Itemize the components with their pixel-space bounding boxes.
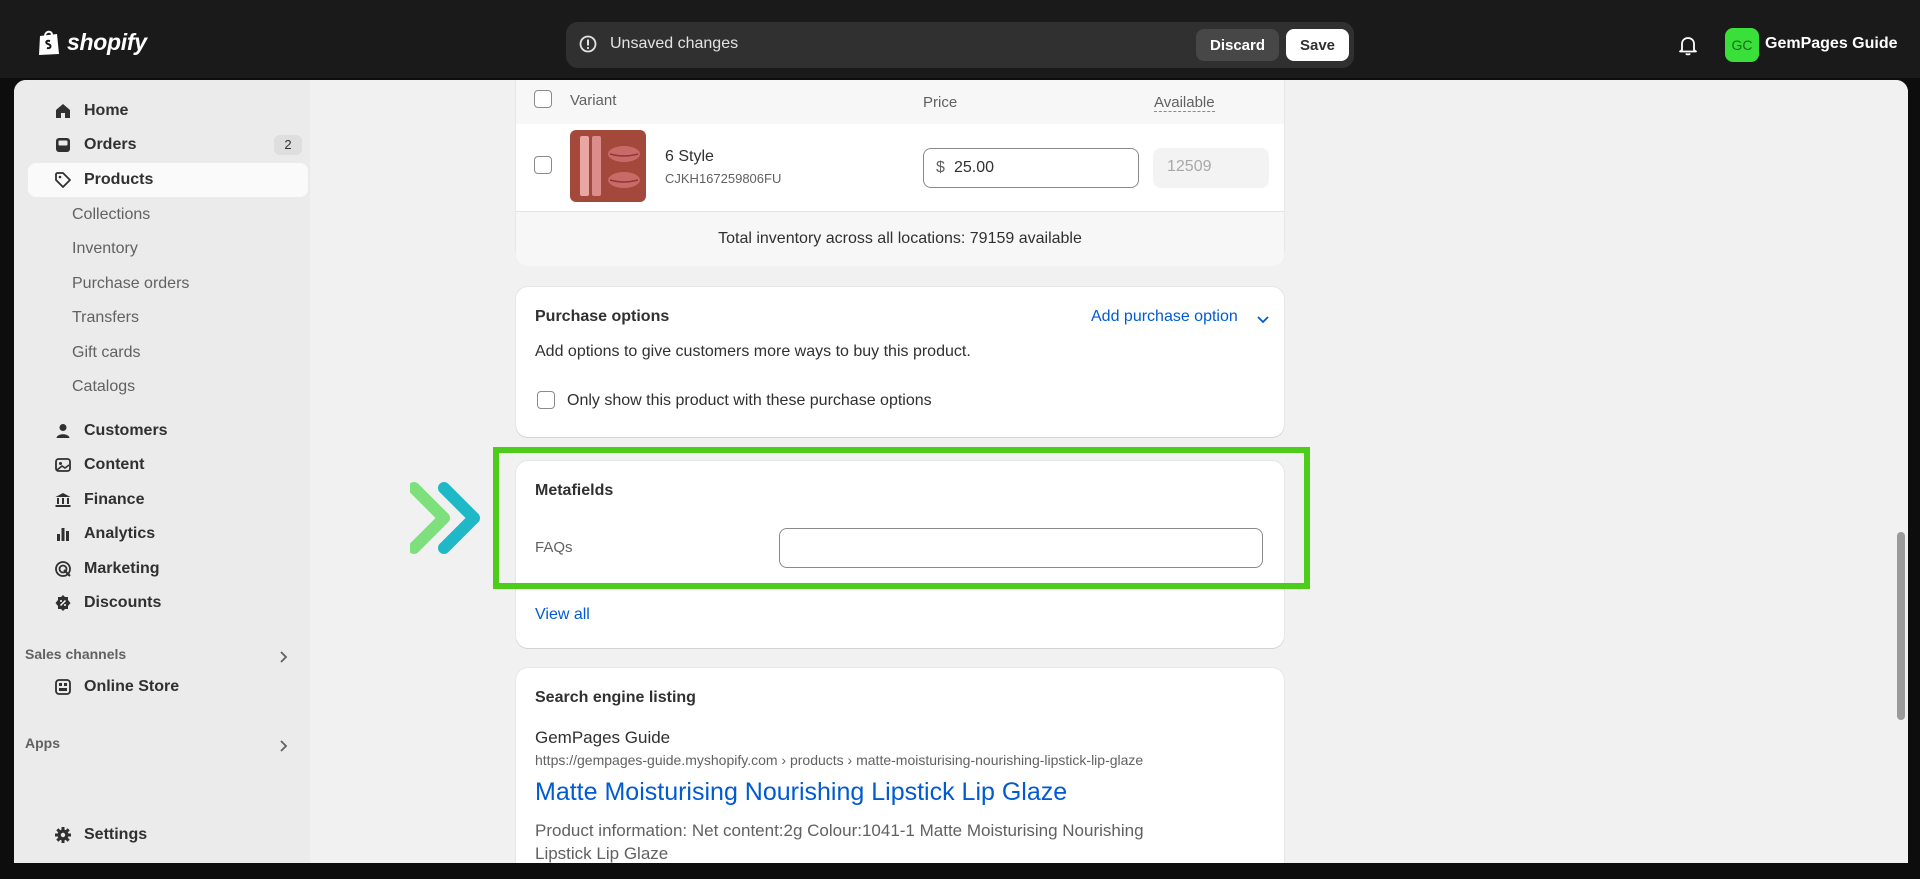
seo-page-title: Matte Moisturising Nourishing Lipstick L… [535,778,1068,806]
sidebar-item-label: Discounts [84,594,162,611]
orders-icon [56,138,70,152]
variant-available-field: 12509 [1153,148,1269,188]
column-header-price: Price [923,94,958,111]
store-icon [55,679,71,695]
seo-title: Search engine listing [535,689,696,706]
seo-site-name: GemPages Guide [535,728,671,747]
tag-icon [55,172,71,188]
sidebar-subitem-catalogs[interactable]: Catalogs [72,378,135,396]
top-bar: shopify Unsaved changes Discard Save GC … [0,0,1920,78]
shopify-bag-icon [39,30,59,55]
sidebar: Home Orders 2 Products Collections Inven… [14,80,310,863]
sidebar-item-marketing[interactable]: Marketing [28,552,308,586]
lipstick-product-image [570,130,646,202]
variant-row-checkbox[interactable] [534,156,552,174]
sidebar-subitem-gift-cards[interactable]: Gift cards [72,344,140,362]
save-button[interactable]: Save [1286,29,1349,61]
variants-table: Variant Price Available 6 Style CJKH1672… [516,80,1284,280]
person-icon [56,424,70,438]
notification-bell-icon[interactable] [1677,34,1699,56]
sidebar-item-analytics[interactable]: Analytics [28,517,308,551]
sidebar-item-online-store[interactable]: Online Store [28,670,308,704]
apps-label[interactable]: Apps [25,735,60,751]
search-engine-listing-card: Search engine listing GemPages Guide htt… [516,668,1284,863]
variant-name[interactable]: 6 Style [665,148,714,166]
sidebar-item-label: Products [84,171,154,188]
add-purchase-option-link[interactable]: Add purchase option [1091,308,1238,326]
sidebar-item-discounts[interactable]: Discounts [28,586,308,620]
alert-circle-icon [579,35,597,53]
available-value: 12509 [1167,158,1212,175]
scrollbar-thumb[interactable] [1897,532,1905,720]
unsaved-message: Unsaved changes [610,35,739,52]
scrollbar[interactable] [1894,80,1908,863]
variant-thumbnail[interactable] [570,130,646,202]
sidebar-item-content[interactable]: Content [28,448,308,482]
column-header-available[interactable]: Available [1154,94,1215,112]
price-value: 25.00 [954,159,995,176]
brand-text: shopify [67,28,147,55]
sidebar-item-finance[interactable]: Finance [28,483,308,517]
sidebar-item-products[interactable]: Products [28,163,308,197]
sidebar-item-label: Home [84,102,129,119]
purchase-options-card: Purchase options Add purchase option Add… [516,287,1284,437]
chevron-right-icon[interactable] [276,739,290,753]
shopify-logo[interactable]: shopify [37,28,147,56]
bank-icon [55,493,71,507]
sidebar-item-settings[interactable]: Settings [28,818,308,852]
sidebar-subitem-inventory[interactable]: Inventory [72,240,138,258]
target-icon [55,561,71,577]
currency-symbol: $ [936,159,945,176]
view-all-metafields-link[interactable]: View all [535,606,590,624]
select-all-checkbox[interactable] [534,90,552,108]
seo-description-line1: Product information: Net content:2g Colo… [535,821,1144,840]
sidebar-item-label: Content [84,456,145,473]
sidebar-subitem-transfers[interactable]: Transfers [72,309,139,327]
chevron-down-icon[interactable] [1256,312,1270,326]
sidebar-item-label: Settings [84,826,148,843]
sidebar-subitem-collections[interactable]: Collections [72,206,150,224]
purchase-options-only-checkbox[interactable] [537,391,555,409]
shop-name[interactable]: GemPages Guide [1765,35,1898,53]
sidebar-item-label: Orders [84,136,137,153]
purchase-options-checkbox-label[interactable]: Only show this product with these purcha… [567,392,932,410]
discount-icon [55,595,71,611]
sidebar-item-label: Marketing [84,560,160,577]
sidebar-item-label: Online Store [84,678,180,695]
sidebar-item-orders[interactable]: Orders 2 [28,128,308,162]
bar-chart-icon [57,528,69,541]
gear-icon [55,827,71,843]
discard-button[interactable]: Discard [1196,29,1279,61]
sidebar-subitem-purchase-orders[interactable]: Purchase orders [72,275,189,293]
sidebar-item-label: Analytics [84,525,156,542]
purchase-options-title: Purchase options [535,308,670,325]
orders-count-badge: 2 [274,135,302,155]
purchase-options-description: Add options to give customers more ways … [535,343,971,360]
avatar[interactable]: GC [1725,28,1759,62]
sidebar-item-label: Finance [84,491,145,508]
column-header-variant: Variant [570,92,617,109]
home-icon [56,104,70,118]
sidebar-item-customers[interactable]: Customers [28,414,308,448]
total-inventory: Total inventory across all locations: 79… [718,230,1082,247]
variant-price-input[interactable]: $ 25.00 [923,148,1139,188]
content-icon [55,458,71,472]
sales-channels-label[interactable]: Sales channels [25,646,126,662]
metafields-highlight-box [493,447,1310,589]
double-chevron-arrow-icon [410,482,480,554]
sidebar-item-label: Customers [84,422,168,439]
chevron-right-icon[interactable] [276,650,290,664]
variant-sku: CJKH167259806FU [665,171,782,186]
seo-url: https://gempages-guide.myshopify.com › p… [535,752,1144,768]
seo-description-line2: Lipstick Lip Glaze [535,844,669,863]
sidebar-item-home[interactable]: Home [28,94,308,128]
